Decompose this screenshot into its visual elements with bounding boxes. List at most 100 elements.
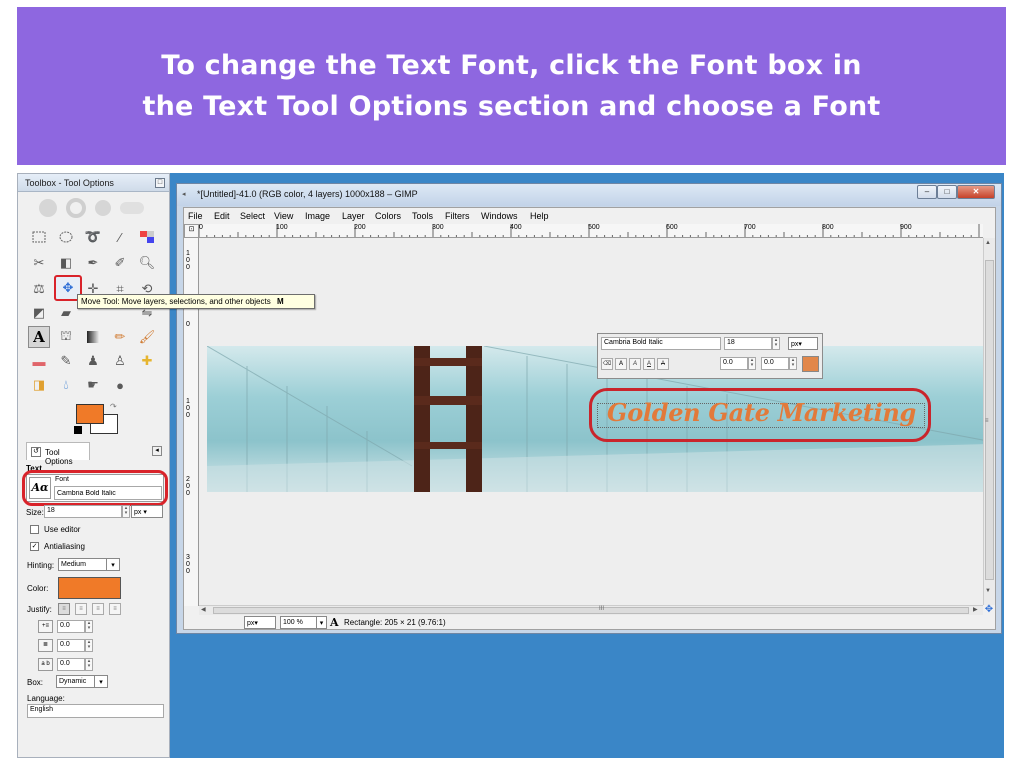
- foreground-select-tool-icon[interactable]: ◧: [55, 252, 77, 274]
- menu-file[interactable]: File: [188, 211, 203, 221]
- scroll-right-icon[interactable]: ▶: [973, 606, 978, 613]
- onscreen-color-button[interactable]: [802, 356, 819, 372]
- navigate-icon[interactable]: ✥: [983, 604, 995, 616]
- swap-colors-icon[interactable]: ↷: [110, 402, 117, 411]
- default-colors-icon[interactable]: [74, 426, 82, 434]
- zoom-dropdown-icon[interactable]: ▾: [316, 616, 327, 629]
- kerning-input[interactable]: 0.0: [761, 357, 789, 370]
- use-editor-checkbox[interactable]: [30, 525, 39, 534]
- scissors-tool-icon[interactable]: ✂: [28, 252, 50, 274]
- canvas-area[interactable]: Golden Gate Marketing Cambria Bold Itali…: [199, 238, 983, 605]
- size-input[interactable]: 18: [44, 505, 122, 518]
- underline-icon[interactable]: A: [643, 358, 655, 370]
- heal-tool-icon[interactable]: ✚: [136, 350, 158, 372]
- select-by-color-tool-icon[interactable]: [136, 226, 158, 248]
- menu-colors[interactable]: Colors: [375, 211, 401, 221]
- tool-options-tab-label: Tool Options: [45, 448, 73, 466]
- scale-tool-icon[interactable]: ◩: [28, 302, 50, 324]
- horizontal-scrollbar[interactable]: ◀ III ▶: [199, 605, 983, 615]
- dodge-burn-tool-icon[interactable]: ●: [109, 374, 131, 396]
- toolbox-close-icon[interactable]: □: [155, 178, 165, 188]
- menu-image[interactable]: Image: [305, 211, 330, 221]
- horizontal-scroll-thumb[interactable]: [213, 607, 969, 614]
- close-icon[interactable]: ✕: [957, 185, 995, 199]
- justify-left-icon[interactable]: ≡: [58, 603, 70, 615]
- letter-spacing-spinner-icon[interactable]: ▴ ▾: [85, 658, 93, 671]
- golden-gate-banner-image[interactable]: Golden Gate Marketing: [207, 346, 983, 492]
- line-spacing-icon: ≣: [38, 639, 53, 652]
- kerning-spinner-icon[interactable]: ▴ ▾: [789, 357, 797, 370]
- maximize-icon[interactable]: □: [937, 185, 957, 199]
- box-dropdown-icon[interactable]: ▾: [94, 675, 108, 688]
- measure-tool-icon[interactable]: ⚖: [28, 278, 50, 300]
- clone-tool-icon[interactable]: ♙: [109, 350, 131, 372]
- fuzzy-select-tool-icon[interactable]: ⁄: [109, 226, 131, 248]
- bold-icon[interactable]: A: [615, 358, 627, 370]
- justify-fill-icon[interactable]: ≡: [109, 603, 121, 615]
- toolbox-window: Toolbox - Tool Options □ ➰ ⁄ ✂ ◧ ✒ ✐ 🔍︎ …: [17, 173, 170, 758]
- menu-edit[interactable]: Edit: [214, 211, 230, 221]
- ink-tool-icon[interactable]: ♟: [82, 350, 104, 372]
- antialiasing-checkbox[interactable]: ✓: [30, 542, 39, 551]
- smudge-tool-icon[interactable]: ☛: [82, 374, 104, 396]
- onscreen-size-spinner-icon[interactable]: ▴ ▾: [772, 337, 780, 350]
- color-picker-tool-icon[interactable]: ✐: [109, 252, 131, 274]
- menu-select[interactable]: Select: [240, 211, 265, 221]
- vertical-scrollbar[interactable]: ▲ ≡ ▼: [983, 238, 995, 605]
- menu-help[interactable]: Help: [530, 211, 549, 221]
- ruler-corner-icon[interactable]: ⊡: [184, 224, 199, 238]
- zoom-tool-icon[interactable]: 🔍︎: [136, 252, 158, 274]
- onscreen-unit-select[interactable]: px▾: [788, 337, 818, 350]
- tab-tool-options[interactable]: ↺ Tool Options: [26, 442, 90, 466]
- horizontal-ruler[interactable]: 0 100 200 300 400 500 600 700 800 900: [199, 224, 983, 238]
- letter-spacing-input[interactable]: 0.0: [57, 658, 85, 671]
- paintbrush-tool-icon[interactable]: 🖌︎: [136, 326, 158, 348]
- rect-select-tool-icon[interactable]: [28, 226, 50, 248]
- menu-tools[interactable]: Tools: [412, 211, 433, 221]
- perspective-clone-tool-icon[interactable]: ◨: [28, 374, 50, 396]
- size-unit-select[interactable]: px ▾: [131, 505, 163, 518]
- free-select-tool-icon[interactable]: ➰: [82, 226, 104, 248]
- baseline-spinner-icon[interactable]: ▴ ▾: [748, 357, 756, 370]
- onscreen-font-input[interactable]: Cambria Bold Italic: [601, 337, 721, 350]
- clear-style-icon[interactable]: ⌫: [601, 358, 613, 370]
- scroll-left-icon[interactable]: ◀: [201, 606, 206, 613]
- airbrush-tool-icon[interactable]: ✎: [55, 350, 77, 372]
- eraser-tool-icon[interactable]: ▬: [28, 350, 50, 372]
- shear-tool-icon[interactable]: ▰: [55, 302, 77, 324]
- status-unit-select[interactable]: px▾: [244, 616, 276, 629]
- baseline-input[interactable]: 0.0: [720, 357, 748, 370]
- status-message: Rectangle: 205 × 21 (9.76:1): [344, 618, 446, 627]
- pencil-tool-icon[interactable]: ✏: [109, 326, 131, 348]
- line-spacing-input[interactable]: 0.0: [57, 639, 85, 652]
- menu-filters[interactable]: Filters: [445, 211, 470, 221]
- size-spinner-icon[interactable]: ▴ ▾: [122, 505, 130, 518]
- blur-tool-icon[interactable]: 💧︎: [55, 374, 77, 396]
- zoom-select[interactable]: 100 %: [280, 616, 318, 629]
- onscreen-size-input[interactable]: 18: [724, 337, 772, 350]
- text-color-button[interactable]: [58, 577, 121, 599]
- menu-view[interactable]: View: [274, 211, 293, 221]
- blend-tool-icon[interactable]: [82, 326, 104, 348]
- indent-spinner-icon[interactable]: ▴ ▾: [85, 620, 93, 633]
- italic-icon[interactable]: A: [629, 358, 641, 370]
- line-spacing-spinner-icon[interactable]: ▴ ▾: [85, 639, 93, 652]
- menu-layer[interactable]: Layer: [342, 211, 365, 221]
- language-input[interactable]: English: [27, 704, 164, 718]
- scroll-up-icon[interactable]: ▲: [985, 240, 991, 246]
- minimize-icon[interactable]: –: [917, 185, 937, 199]
- hinting-dropdown-icon[interactable]: ▾: [106, 558, 120, 571]
- vertical-scroll-grip: ≡: [985, 418, 989, 424]
- justify-center-icon[interactable]: ≡: [92, 603, 104, 615]
- justify-right-icon[interactable]: ≡: [75, 603, 87, 615]
- strikethrough-icon[interactable]: A: [657, 358, 669, 370]
- paths-tool-icon[interactable]: ✒: [82, 252, 104, 274]
- menu-windows[interactable]: Windows: [481, 211, 518, 221]
- text-tool-icon[interactable]: A: [28, 326, 50, 348]
- foreground-color-swatch[interactable]: [76, 404, 104, 424]
- tab-menu-icon[interactable]: ◂: [152, 446, 162, 456]
- bucket-fill-tool-icon[interactable]: ⛫: [55, 326, 77, 348]
- indent-input[interactable]: 0.0: [57, 620, 85, 633]
- scroll-down-icon[interactable]: ▼: [985, 588, 991, 594]
- ellipse-select-tool-icon[interactable]: [55, 226, 77, 248]
